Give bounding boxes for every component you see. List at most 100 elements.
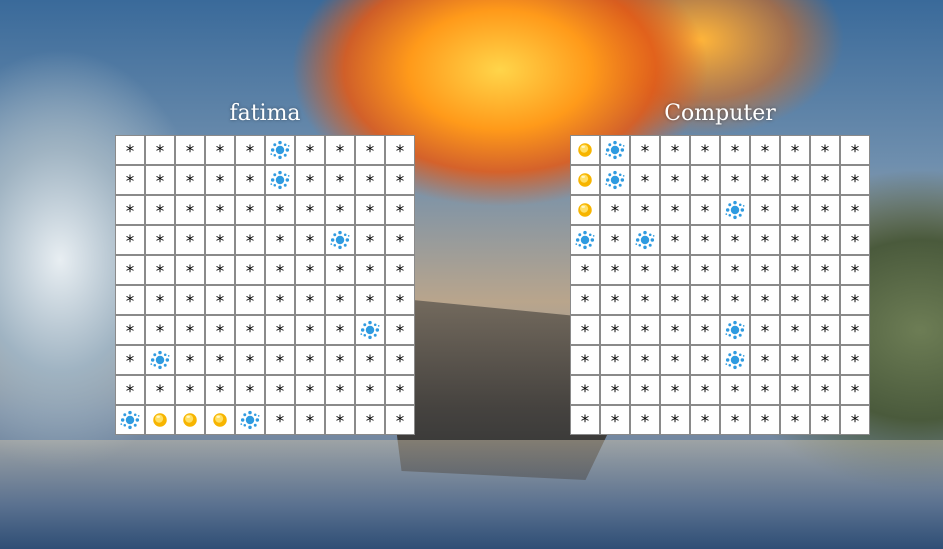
board-cell-unknown[interactable]: *: [205, 225, 235, 255]
board-cell-hit[interactable]: [205, 405, 235, 435]
board-cell-miss[interactable]: [235, 405, 265, 435]
board-cell-unknown[interactable]: *: [720, 135, 750, 165]
board-cell-unknown[interactable]: *: [750, 285, 780, 315]
board-cell-unknown[interactable]: *: [750, 195, 780, 225]
board-cell-unknown[interactable]: *: [355, 165, 385, 195]
board-cell-unknown[interactable]: *: [780, 315, 810, 345]
board-cell-unknown[interactable]: *: [750, 225, 780, 255]
board-cell-unknown[interactable]: *: [570, 345, 600, 375]
board-cell-unknown[interactable]: *: [175, 315, 205, 345]
board-cell-unknown[interactable]: *: [115, 135, 145, 165]
board-cell-unknown[interactable]: *: [295, 285, 325, 315]
board-cell-unknown[interactable]: *: [115, 315, 145, 345]
board-cell-unknown[interactable]: *: [325, 135, 355, 165]
board-cell-unknown[interactable]: *: [840, 195, 870, 225]
board-cell-unknown[interactable]: *: [385, 405, 415, 435]
board-cell-unknown[interactable]: *: [810, 135, 840, 165]
board-cell-unknown[interactable]: *: [840, 315, 870, 345]
board-cell-unknown[interactable]: *: [325, 345, 355, 375]
board-cell-unknown[interactable]: *: [115, 375, 145, 405]
board-cell-unknown[interactable]: *: [660, 195, 690, 225]
board-cell-unknown[interactable]: *: [720, 285, 750, 315]
board-cell-unknown[interactable]: *: [295, 345, 325, 375]
board-cell-unknown[interactable]: *: [840, 375, 870, 405]
board-cell-unknown[interactable]: *: [750, 405, 780, 435]
board-cell-unknown[interactable]: *: [355, 375, 385, 405]
board-cell-unknown[interactable]: *: [780, 135, 810, 165]
board-cell-unknown[interactable]: *: [145, 375, 175, 405]
board-cell-unknown[interactable]: *: [660, 255, 690, 285]
board-cell-unknown[interactable]: *: [690, 345, 720, 375]
board-cell-unknown[interactable]: *: [780, 405, 810, 435]
board-cell-unknown[interactable]: *: [295, 405, 325, 435]
board-cell-unknown[interactable]: *: [840, 225, 870, 255]
board-cell-hit[interactable]: [175, 405, 205, 435]
board-cell-unknown[interactable]: *: [235, 225, 265, 255]
board-cell-unknown[interactable]: *: [630, 195, 660, 225]
board-cell-miss[interactable]: [265, 135, 295, 165]
board-cell-hit[interactable]: [570, 195, 600, 225]
board-cell-unknown[interactable]: *: [690, 315, 720, 345]
board-cell-unknown[interactable]: *: [205, 165, 235, 195]
board-cell-unknown[interactable]: *: [235, 375, 265, 405]
board-cell-unknown[interactable]: *: [780, 225, 810, 255]
board-cell-unknown[interactable]: *: [630, 135, 660, 165]
board-cell-unknown[interactable]: *: [660, 165, 690, 195]
board-cell-unknown[interactable]: *: [205, 315, 235, 345]
board-cell-unknown[interactable]: *: [175, 195, 205, 225]
board-cell-unknown[interactable]: *: [660, 345, 690, 375]
board-cell-unknown[interactable]: *: [600, 315, 630, 345]
board-cell-unknown[interactable]: *: [750, 255, 780, 285]
board-cell-unknown[interactable]: *: [570, 405, 600, 435]
board-cell-unknown[interactable]: *: [630, 345, 660, 375]
board-cell-unknown[interactable]: *: [175, 285, 205, 315]
board-cell-unknown[interactable]: *: [295, 255, 325, 285]
board-cell-unknown[interactable]: *: [810, 315, 840, 345]
board-cell-unknown[interactable]: *: [630, 255, 660, 285]
board-cell-unknown[interactable]: *: [810, 255, 840, 285]
board-cell-unknown[interactable]: *: [205, 195, 235, 225]
board-cell-unknown[interactable]: *: [355, 195, 385, 225]
board-cell-unknown[interactable]: *: [630, 315, 660, 345]
board-cell-unknown[interactable]: *: [145, 315, 175, 345]
board-cell-unknown[interactable]: *: [175, 255, 205, 285]
board-cell-unknown[interactable]: *: [385, 375, 415, 405]
board-cell-unknown[interactable]: *: [205, 345, 235, 375]
board-cell-unknown[interactable]: *: [750, 315, 780, 345]
board-cell-unknown[interactable]: *: [570, 375, 600, 405]
board-cell-unknown[interactable]: *: [265, 225, 295, 255]
board-cell-unknown[interactable]: *: [175, 225, 205, 255]
board-cell-unknown[interactable]: *: [810, 285, 840, 315]
board-cell-unknown[interactable]: *: [840, 135, 870, 165]
board-cell-miss[interactable]: [720, 195, 750, 225]
board-cell-unknown[interactable]: *: [720, 405, 750, 435]
board-cell-unknown[interactable]: *: [750, 345, 780, 375]
board-cell-unknown[interactable]: *: [175, 135, 205, 165]
board-cell-unknown[interactable]: *: [810, 195, 840, 225]
board-cell-unknown[interactable]: *: [600, 345, 630, 375]
board-cell-unknown[interactable]: *: [115, 255, 145, 285]
board-cell-unknown[interactable]: *: [720, 225, 750, 255]
board-cell-unknown[interactable]: *: [385, 255, 415, 285]
board-cell-unknown[interactable]: *: [295, 195, 325, 225]
board-cell-unknown[interactable]: *: [175, 375, 205, 405]
board-cell-unknown[interactable]: *: [385, 285, 415, 315]
board-cell-unknown[interactable]: *: [690, 225, 720, 255]
board-cell-unknown[interactable]: *: [780, 375, 810, 405]
board-cell-unknown[interactable]: *: [810, 405, 840, 435]
board-cell-unknown[interactable]: *: [325, 255, 355, 285]
board-cell-unknown[interactable]: *: [205, 135, 235, 165]
board-cell-unknown[interactable]: *: [295, 165, 325, 195]
board-cell-unknown[interactable]: *: [325, 375, 355, 405]
board-cell-unknown[interactable]: *: [810, 165, 840, 195]
board-cell-unknown[interactable]: *: [750, 135, 780, 165]
board-cell-unknown[interactable]: *: [810, 375, 840, 405]
board-cell-unknown[interactable]: *: [810, 225, 840, 255]
board-cell-unknown[interactable]: *: [840, 345, 870, 375]
board-cell-unknown[interactable]: *: [840, 285, 870, 315]
board-cell-unknown[interactable]: *: [570, 285, 600, 315]
board-cell-miss[interactable]: [600, 165, 630, 195]
board-cell-unknown[interactable]: *: [235, 255, 265, 285]
board-cell-unknown[interactable]: *: [600, 255, 630, 285]
board-cell-unknown[interactable]: *: [175, 345, 205, 375]
